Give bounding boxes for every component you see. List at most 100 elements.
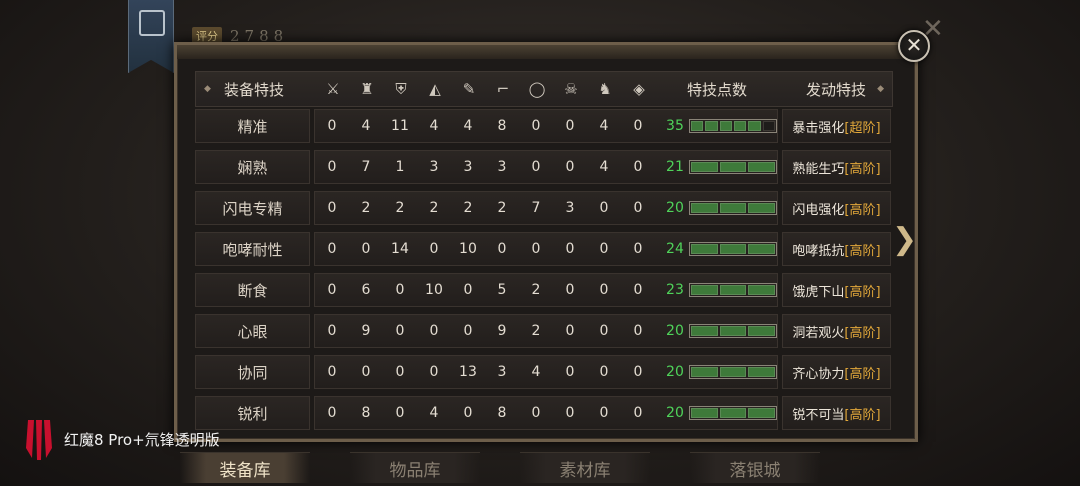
skill-row[interactable]: 娴熟 0 7 1 3 3 3 0 0 4 0 21 熟能生巧 [高阶] (195, 150, 891, 184)
slot-value: 0 (531, 241, 541, 257)
progress-segment (690, 285, 718, 295)
sort-right-icon[interactable]: ◆ (877, 72, 884, 106)
active-skill: 暴击强化 [超阶] (781, 109, 891, 143)
progress-segment (719, 408, 747, 418)
active-skill-name: 齐心协力 (792, 366, 845, 382)
progress-segment (719, 285, 747, 295)
skill-tier: [超阶] (844, 120, 881, 136)
skill-row[interactable]: 咆哮耐性 0 0 14 0 10 0 0 0 0 0 24 咆哮抵抗 [高阶] (195, 232, 891, 266)
slot-value: 0 (565, 159, 575, 175)
skill-name: 断食 (195, 273, 310, 307)
skill-points: 21 (655, 151, 777, 183)
skill-rows: 精准 0 4 11 4 4 8 0 0 4 0 35 暴击强化 [超阶] 娴熟 0 7 1 3 3 3 0 0 4 0 21 熟能生… (195, 109, 891, 437)
slot-value: 0 (633, 323, 643, 339)
slot-value: 0 (599, 282, 609, 298)
slot-values: 0 0 14 0 10 0 0 0 0 0 24 (313, 232, 778, 266)
skill-row[interactable]: 精准 0 4 11 4 4 8 0 0 4 0 35 暴击强化 [超阶] (195, 109, 891, 143)
slot-value: 2 (395, 200, 405, 216)
progress-segment (748, 285, 775, 295)
header-skill-name: 装备特技 (223, 80, 284, 99)
slot-value: 0 (565, 282, 575, 298)
skill-name: 心眼 (195, 314, 310, 348)
progress-segment (748, 367, 775, 377)
skill-row[interactable]: 断食 0 6 0 10 0 5 2 0 0 0 23 饿虎下山 [高阶] (195, 273, 891, 307)
active-skill: 锐不可当 [高阶] (781, 396, 891, 430)
slot-value: 3 (497, 364, 507, 380)
slot-value: 0 (633, 159, 643, 175)
bracer-icon: ✎ (462, 80, 476, 98)
next-page-arrow-icon[interactable]: ❯ (892, 222, 917, 258)
points-value: 20 (666, 323, 684, 339)
demon-mask-icon: ☠ (564, 80, 578, 98)
slot-value: 0 (463, 323, 473, 339)
slot-value: 4 (361, 118, 371, 134)
slot-value: 8 (361, 405, 371, 421)
slot-value: 0 (327, 323, 337, 339)
slot-value: 5 (497, 282, 507, 298)
redmagic-logo-icon (26, 420, 52, 460)
skill-points: 35 (655, 110, 777, 142)
slot-value: 0 (327, 405, 337, 421)
points-value: 20 (666, 364, 684, 380)
device-watermark: 红魔8 Pro+氘锋透明版 (24, 418, 220, 460)
points-value: 23 (666, 282, 684, 298)
slot-value: 10 (459, 241, 477, 257)
skill-row[interactable]: 闪电专精 0 2 2 2 2 2 7 3 0 0 20 闪电强化 [高阶] (195, 191, 891, 225)
tab-2[interactable]: 素材库 (520, 452, 650, 483)
bottom-tabs: 装备库 物品库 素材库 落银城 (180, 452, 980, 486)
active-skill-name: 暴击强化 (792, 120, 845, 136)
skill-name: 协同 (195, 355, 310, 389)
skill-tier: [高阶] (844, 407, 881, 423)
progress-segment (690, 244, 718, 254)
slot-value: 0 (429, 364, 439, 380)
skill-row[interactable]: 协同 0 0 0 0 13 3 4 0 0 0 20 齐心协力 [高阶] (195, 355, 891, 389)
header-slot-icons: ⚔ ♜ ⛨ ◭ ✎ ⌐ ◯ ☠ ♞ ◈ (316, 73, 656, 105)
active-skill-name: 锐不可当 (792, 407, 845, 423)
slot-value: 0 (565, 241, 575, 257)
slot-value: 0 (395, 364, 405, 380)
active-skill-name: 咆哮抵抗 (792, 243, 845, 259)
panel-top-frame (177, 45, 915, 59)
slot-value: 4 (429, 118, 439, 134)
slot-value: 0 (633, 118, 643, 134)
slot-value: 0 (327, 282, 337, 298)
slot-value: 0 (327, 241, 337, 257)
slot-value: 0 (429, 241, 439, 257)
progress-segment (748, 162, 775, 172)
skill-name: 精准 (195, 109, 310, 143)
skill-name: 咆哮耐性 (195, 232, 310, 266)
progress-segment (748, 244, 775, 254)
slot-value: 0 (463, 405, 473, 421)
slot-value: 0 (531, 405, 541, 421)
slot-value: 0 (565, 323, 575, 339)
skill-points: 20 (655, 192, 777, 224)
skill-points: 20 (655, 397, 777, 429)
skill-tier: [高阶] (844, 161, 881, 177)
slot-value: 0 (565, 118, 575, 134)
skill-row[interactable]: 心眼 0 9 0 0 0 9 2 0 0 0 20 洞若观火 [高阶] (195, 314, 891, 348)
skill-tier: [高阶] (844, 284, 881, 300)
progress-segment (719, 162, 747, 172)
active-skill: 熟能生巧 [高阶] (781, 150, 891, 184)
points-value: 24 (666, 241, 684, 257)
close-button[interactable]: ✕ (898, 30, 930, 62)
horse-icon: ♞ (598, 80, 612, 98)
sword-icon: ⚔ (326, 80, 340, 98)
tab-3[interactable]: 落银城 (690, 452, 820, 483)
active-skill: 闪电强化 [高阶] (781, 191, 891, 225)
slot-value: 7 (531, 200, 541, 216)
progress-segment (719, 326, 747, 336)
skill-row[interactable]: 锐利 0 8 0 4 0 8 0 0 0 0 20 锐不可当 [高阶] (195, 396, 891, 430)
slot-value: 13 (459, 364, 477, 380)
slot-values: 0 8 0 4 0 8 0 0 0 0 20 (313, 396, 778, 430)
slot-value: 11 (391, 118, 409, 134)
active-skill: 齐心协力 [高阶] (781, 355, 891, 389)
points-progress-bar (688, 406, 777, 420)
skill-points: 24 (655, 233, 777, 265)
slot-values: 0 4 11 4 4 8 0 0 4 0 35 (313, 109, 778, 143)
slot-value: 0 (531, 118, 541, 134)
armor-icon: ⛨ (395, 80, 407, 98)
active-skill: 洞若观火 [高阶] (781, 314, 891, 348)
tab-1[interactable]: 物品库 (350, 452, 480, 483)
slot-value: 2 (463, 200, 473, 216)
